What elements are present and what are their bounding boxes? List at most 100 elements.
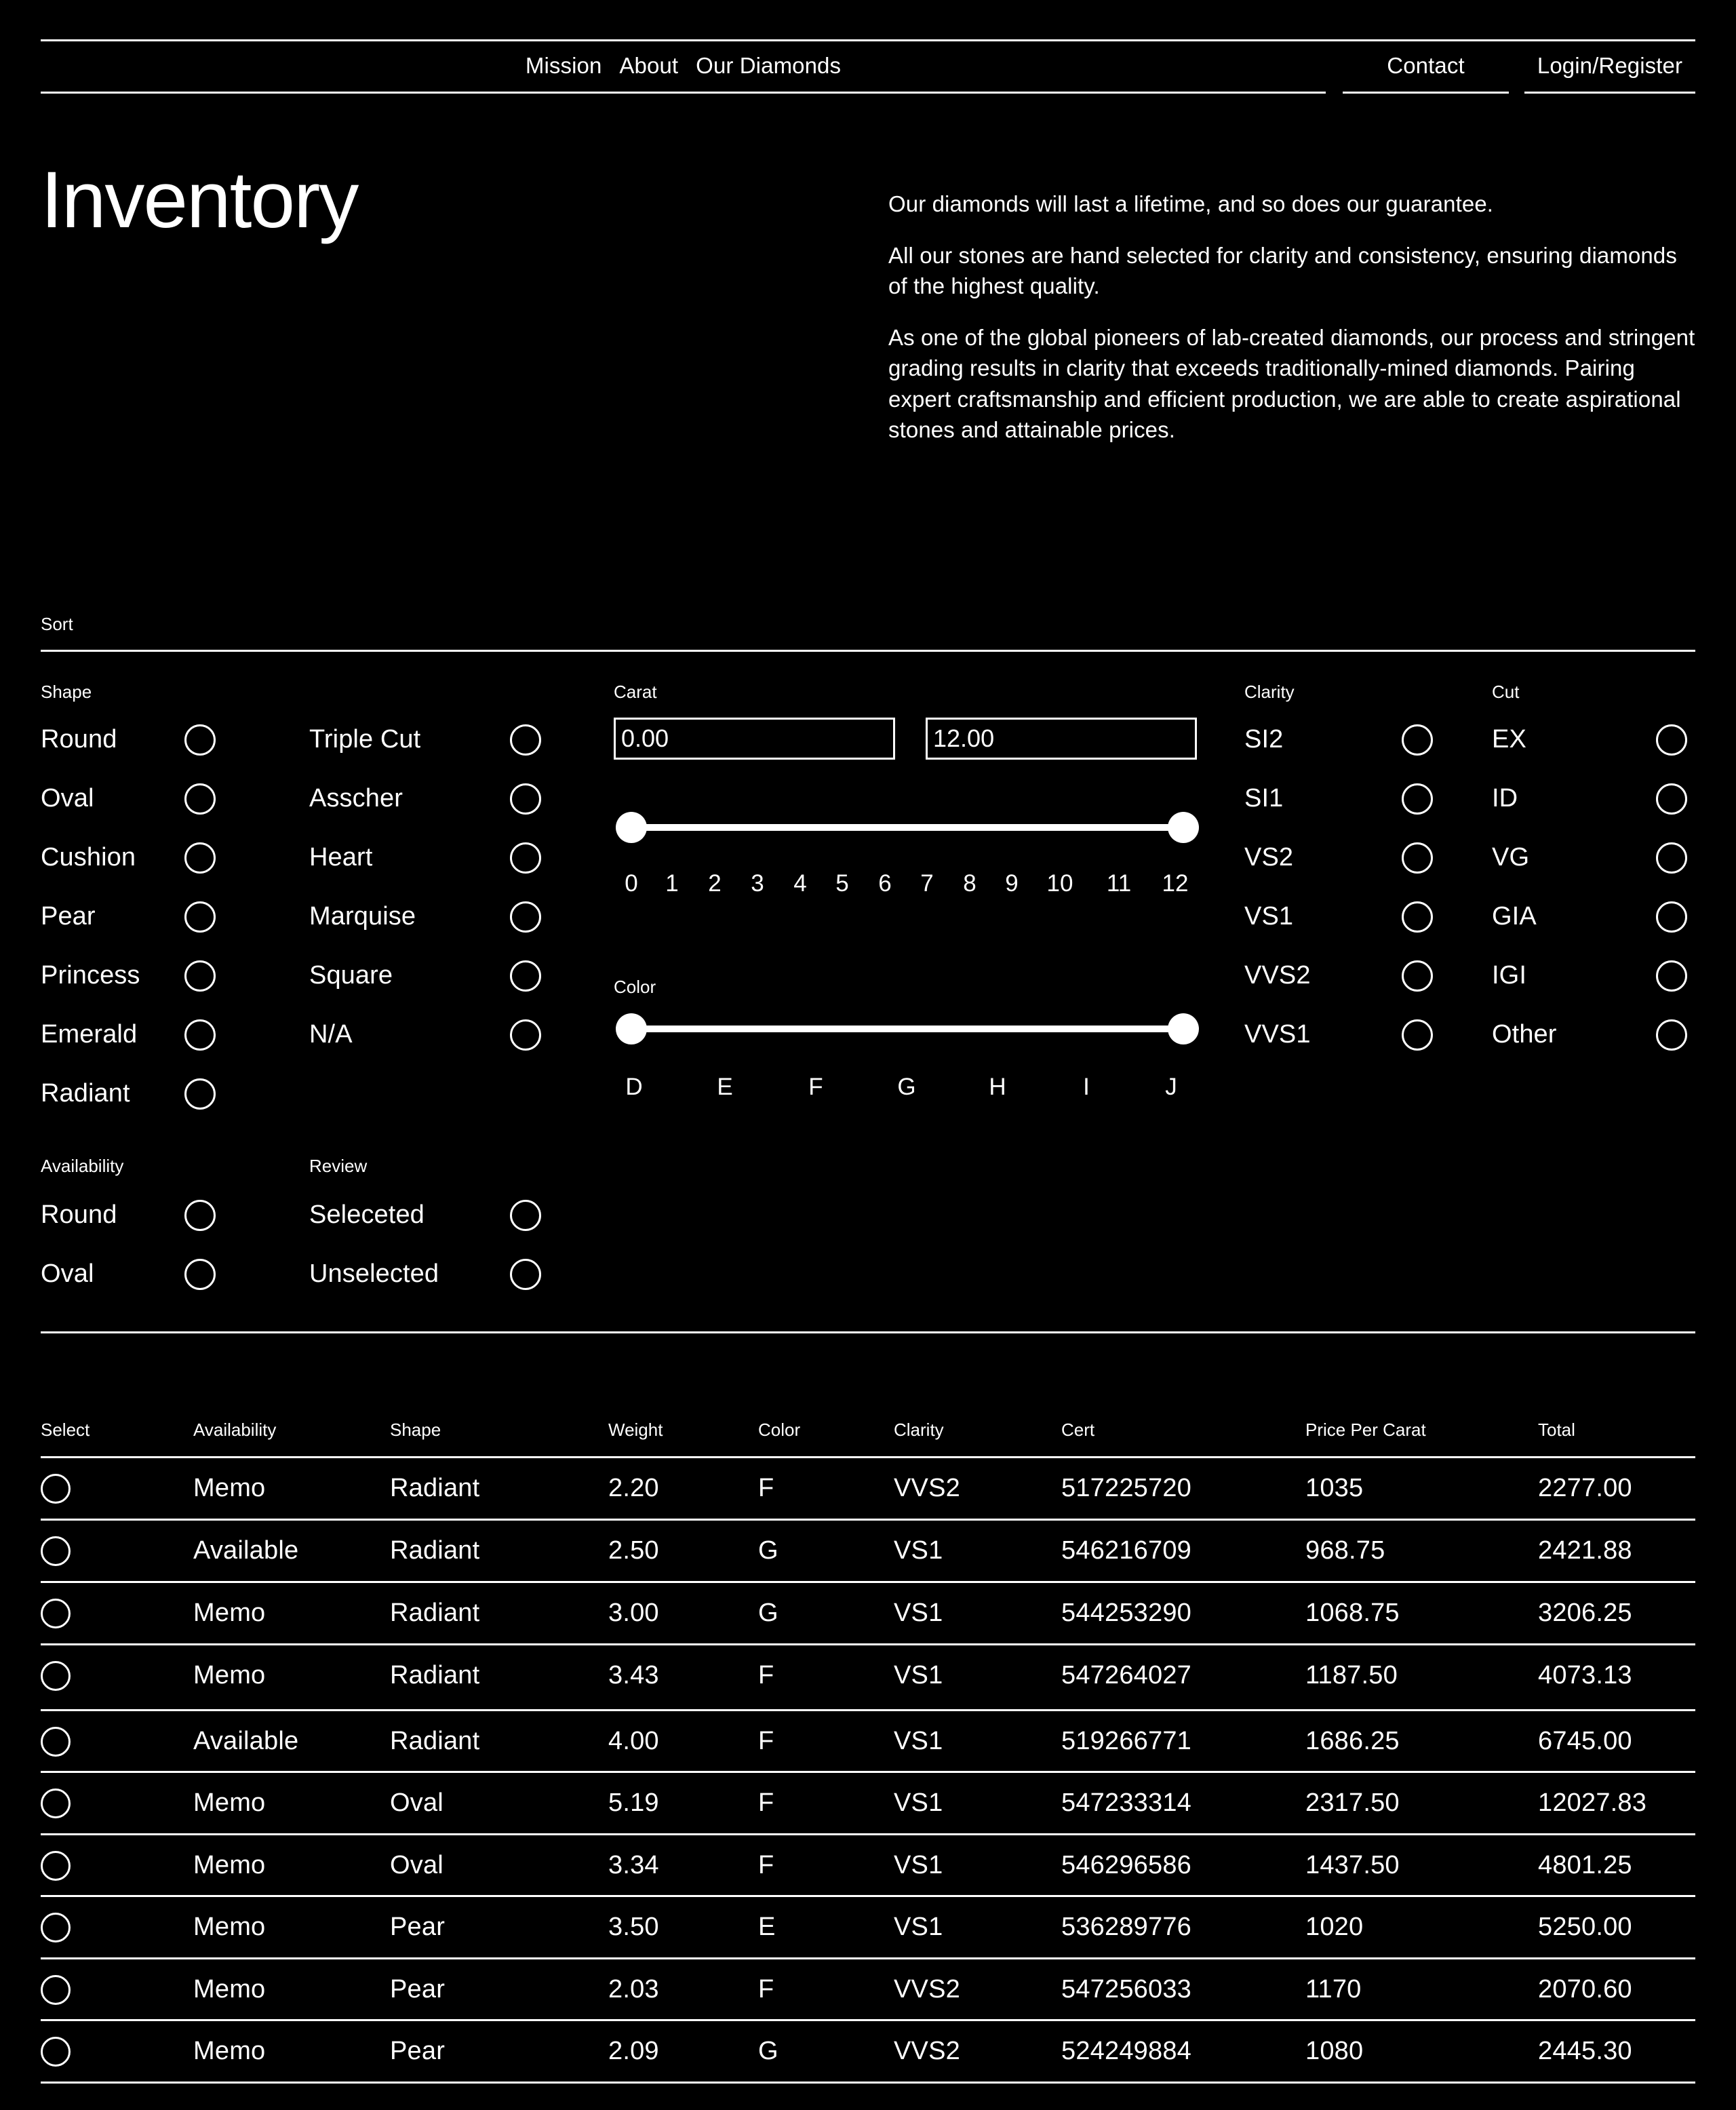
filter-option-shape-pear[interactable]: Pear xyxy=(41,887,96,945)
nav-link-contact[interactable]: Contact xyxy=(1387,54,1464,77)
filter-option-cut-vg[interactable]: VG xyxy=(1492,828,1529,886)
color-slider-track[interactable] xyxy=(631,1025,1187,1032)
filter-radio-shape-marquise[interactable] xyxy=(510,901,541,933)
filter-option-clarity-si1[interactable]: SI1 xyxy=(1244,769,1283,827)
filter-option-shape-emerald[interactable]: Emerald xyxy=(41,1005,137,1063)
filter-option-shape-asscher[interactable]: Asscher xyxy=(309,769,403,827)
carat-max-input[interactable] xyxy=(926,718,1197,760)
table-row-select-radio[interactable] xyxy=(41,1536,71,1566)
nav-link-our-diamonds[interactable]: Our Diamonds xyxy=(696,54,841,77)
table-row-divider xyxy=(41,1771,1695,1773)
filter-radio-clarity-vvs1[interactable] xyxy=(1402,1019,1433,1051)
filter-radio-review-selected[interactable] xyxy=(510,1200,541,1231)
filter-option-shape-heart[interactable]: Heart xyxy=(309,828,372,886)
color-slider-thumb-max[interactable] xyxy=(1168,1013,1199,1044)
table-cell-availability: Memo xyxy=(193,1789,266,1817)
filter-radio-shape-square[interactable] xyxy=(510,960,541,992)
table-cell-shape: Pear xyxy=(390,2037,446,2065)
table-row-select-radio[interactable] xyxy=(41,1599,71,1628)
filter-option-shape-marquise[interactable]: Marquise xyxy=(309,887,416,945)
filter-radio-shape-radiant[interactable] xyxy=(184,1078,216,1110)
carat-min-input[interactable] xyxy=(614,718,895,760)
filter-radio-cut-id[interactable] xyxy=(1656,783,1687,815)
table-row-select-radio[interactable] xyxy=(41,1851,71,1881)
table-cell-color: F xyxy=(758,1851,774,1879)
table-cell-shape: Oval xyxy=(390,1789,443,1817)
nav-contact-group[interactable]: Contact xyxy=(1343,39,1509,94)
color-slider-thumb-min[interactable] xyxy=(616,1013,647,1044)
filter-option-cut-id[interactable]: ID xyxy=(1492,769,1518,827)
table-row-select-radio[interactable] xyxy=(41,2037,71,2067)
nav-link-login-register[interactable]: Login/Register xyxy=(1537,54,1682,77)
filter-radio-clarity-vvs2[interactable] xyxy=(1402,960,1433,992)
table-cell-color: G xyxy=(758,2037,778,2065)
table-row-select-radio[interactable] xyxy=(41,1474,71,1504)
table-row-select-radio[interactable] xyxy=(41,1727,71,1757)
filter-label-shape-marquise: Marquise xyxy=(309,902,416,931)
filter-radio-clarity-vs1[interactable] xyxy=(1402,901,1433,933)
filter-radio-cut-igi[interactable] xyxy=(1656,960,1687,992)
filter-option-shape-round[interactable]: Round xyxy=(41,710,117,768)
filter-option-availability-round[interactable]: Round xyxy=(41,1186,117,1244)
filter-option-shape-triple-cut[interactable]: Triple Cut xyxy=(309,710,420,768)
filter-radio-shape-asscher[interactable] xyxy=(510,783,541,815)
nav-link-about[interactable]: About xyxy=(619,54,678,77)
carat-tick-10: 10 xyxy=(1046,870,1073,897)
table-cell-weight: 3.50 xyxy=(608,1913,659,1941)
filter-radio-shape-triple-cut[interactable] xyxy=(510,724,541,756)
filter-option-availability-oval[interactable]: Oval xyxy=(41,1245,94,1303)
filter-option-clarity-vs2[interactable]: VS2 xyxy=(1244,828,1293,886)
filter-radio-availability-oval[interactable] xyxy=(184,1259,216,1290)
filter-radio-cut-vg[interactable] xyxy=(1656,842,1687,874)
table-header-weight: Weight xyxy=(608,1420,663,1440)
filter-radio-shape-pear[interactable] xyxy=(184,901,216,933)
filter-option-shape-oval[interactable]: Oval xyxy=(41,769,94,827)
filter-radio-shape-na[interactable] xyxy=(510,1019,541,1051)
table-cell-weight: 3.34 xyxy=(608,1851,659,1879)
filter-option-shape-princess[interactable]: Princess xyxy=(41,946,140,1004)
table-row-select-radio[interactable] xyxy=(41,1661,71,1691)
carat-tick-0: 0 xyxy=(625,870,638,897)
filter-radio-cut-other[interactable] xyxy=(1656,1019,1687,1051)
filter-radio-shape-cushion[interactable] xyxy=(184,842,216,874)
filter-option-cut-ex[interactable]: EX xyxy=(1492,710,1526,768)
table-row-select-radio[interactable] xyxy=(41,1975,71,2005)
filter-radio-clarity-si2[interactable] xyxy=(1402,724,1433,756)
carat-slider-track[interactable] xyxy=(631,824,1187,831)
table-row-select-radio[interactable] xyxy=(41,1789,71,1818)
filter-radio-cut-gia[interactable] xyxy=(1656,901,1687,933)
filter-radio-availability-round[interactable] xyxy=(184,1200,216,1231)
filter-radio-clarity-vs2[interactable] xyxy=(1402,842,1433,874)
filter-option-clarity-vvs1[interactable]: VVS1 xyxy=(1244,1005,1311,1063)
filter-option-cut-igi[interactable]: IGI xyxy=(1492,946,1526,1004)
filter-option-clarity-si2[interactable]: SI2 xyxy=(1244,710,1283,768)
table-cell-cert: 547264027 xyxy=(1061,1661,1192,1689)
carat-slider-thumb-max[interactable] xyxy=(1168,812,1199,843)
filter-option-shape-na[interactable]: N/A xyxy=(309,1005,353,1063)
nav-login-group[interactable]: Login/Register xyxy=(1524,39,1695,94)
filter-radio-shape-oval[interactable] xyxy=(184,783,216,815)
filter-radio-shape-princess[interactable] xyxy=(184,960,216,992)
filter-option-shape-radiant[interactable]: Radiant xyxy=(41,1064,130,1122)
carat-slider-thumb-min[interactable] xyxy=(616,812,647,843)
filter-option-shape-cushion[interactable]: Cushion xyxy=(41,828,136,886)
filter-radio-shape-round[interactable] xyxy=(184,724,216,756)
filter-radio-cut-ex[interactable] xyxy=(1656,724,1687,756)
filter-option-review-selected[interactable]: Seleceted xyxy=(309,1186,425,1244)
filter-radio-shape-emerald[interactable] xyxy=(184,1019,216,1051)
filter-option-clarity-vvs2[interactable]: VVS2 xyxy=(1244,946,1311,1004)
filter-radio-clarity-si1[interactable] xyxy=(1402,783,1433,815)
filter-radio-shape-heart[interactable] xyxy=(510,842,541,874)
filter-label-cut-id: ID xyxy=(1492,784,1518,813)
filter-option-clarity-vs1[interactable]: VS1 xyxy=(1244,887,1293,945)
filter-option-review-unselected[interactable]: Unselected xyxy=(309,1245,439,1303)
filter-radio-review-unselected[interactable] xyxy=(510,1259,541,1290)
filter-option-cut-other[interactable]: Other xyxy=(1492,1005,1557,1063)
filter-label-clarity-si1: SI1 xyxy=(1244,784,1284,813)
filter-option-cut-gia[interactable]: GIA xyxy=(1492,887,1537,945)
table-cell-price: 1080 xyxy=(1305,2037,1364,2065)
nav-link-mission[interactable]: Mission xyxy=(526,54,602,77)
filter-option-shape-square[interactable]: Square xyxy=(309,946,393,1004)
table-row-select-radio[interactable] xyxy=(41,1913,71,1942)
filter-group-title-availability: Availability xyxy=(41,1156,124,1176)
